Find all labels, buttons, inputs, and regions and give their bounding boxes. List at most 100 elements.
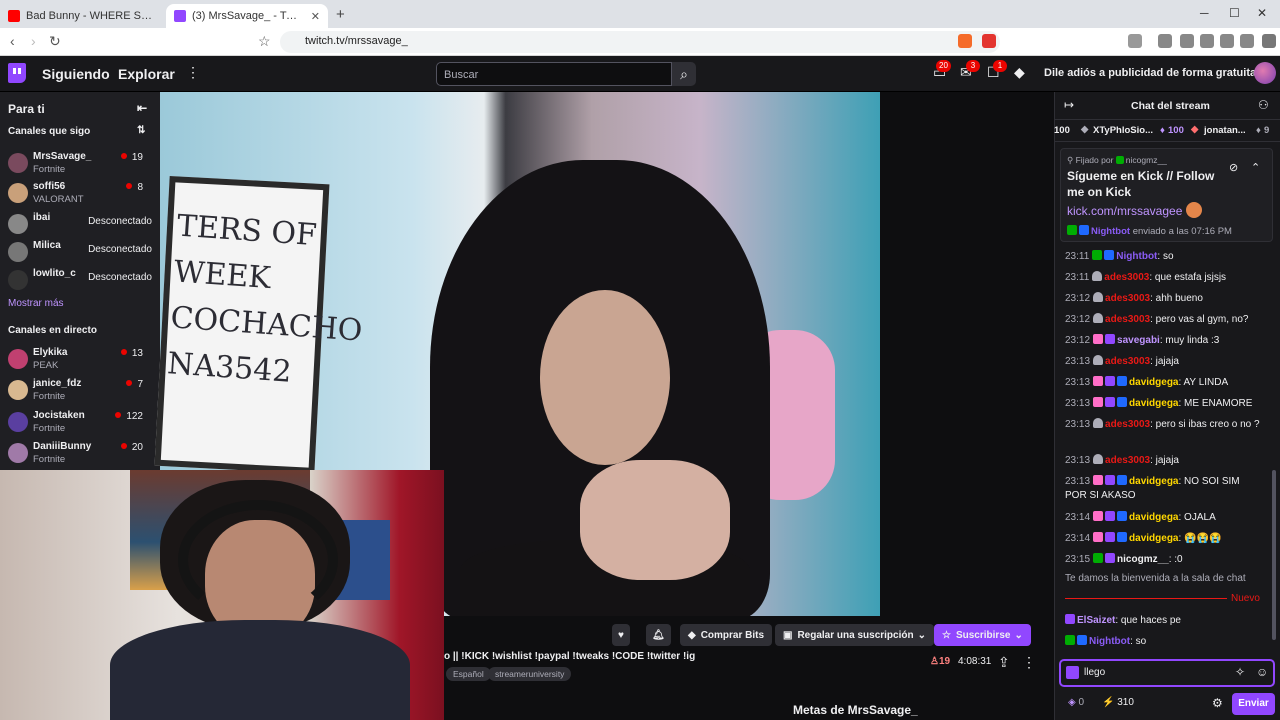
chat-badge-icon[interactable] — [1093, 454, 1104, 464]
close-tab-icon[interactable]: ✕ — [311, 10, 320, 23]
wallet-icon[interactable] — [1200, 34, 1214, 48]
chat-badge-icon[interactable] — [1065, 635, 1075, 645]
show-more-link[interactable]: Mostrar más — [8, 298, 64, 309]
chat-badge-icon[interactable] — [1105, 376, 1116, 386]
sidebar-channel[interactable]: DaniiiBunny Fortnite 20 — [0, 440, 160, 468]
brave-shield-icon[interactable] — [958, 34, 972, 48]
chat-username[interactable]: nicogmz__ — [1117, 554, 1169, 565]
vpn-icon[interactable] — [1240, 34, 1254, 48]
chat-username[interactable]: ades3003 — [1105, 314, 1150, 325]
chat-badge-icon[interactable] — [1117, 475, 1128, 485]
chat-badge-icon[interactable] — [1105, 511, 1116, 521]
reload-icon[interactable]: ↻ — [49, 33, 61, 50]
bookmark-icon[interactable]: ☆ — [258, 33, 271, 50]
collapse-sidebar-icon[interactable]: ⇤ — [137, 101, 147, 115]
browser-tab-twitch[interactable]: (3) MrsSavage_ - Twitch ✕ — [166, 4, 328, 28]
search-icon[interactable]: ⌕ — [672, 62, 696, 86]
bits-leaderboard[interactable]: 100 ◆ XTyPhloSio... ♦ 100 ◆ jonatan... ♦… — [1054, 120, 1280, 142]
share-icon[interactable]: ⇪ — [998, 654, 1010, 671]
notification-bell-icon[interactable]: 🔔︎ — [646, 624, 671, 646]
sidebar-channel[interactable]: Elykika PEAK 13 — [0, 346, 160, 374]
minimize-icon[interactable]: ─ — [1200, 6, 1209, 20]
chat-badge-icon[interactable] — [1105, 532, 1116, 542]
chat-badge-icon[interactable] — [1093, 418, 1104, 428]
bits-cheer-icon[interactable]: ✧ — [1235, 665, 1245, 679]
tag-espanol[interactable]: Español — [446, 667, 491, 681]
leo-icon[interactable] — [1220, 34, 1234, 48]
chat-badge-icon[interactable] — [1105, 334, 1116, 344]
chat-badge-icon[interactable] — [1093, 511, 1104, 521]
chat-input-text[interactable]: llego — [1084, 667, 1105, 678]
search-input[interactable]: Buscar — [436, 62, 672, 86]
chat-badge-icon[interactable] — [1104, 250, 1115, 260]
chat-badge-icon[interactable] — [1093, 376, 1104, 386]
send-button[interactable]: Enviar — [1232, 693, 1275, 715]
sort-icon[interactable]: ⇅ — [137, 125, 145, 136]
buy-bits-button[interactable]: ◆ Comprar Bits — [680, 624, 773, 646]
more-options-icon[interactable]: ⋮ — [1022, 654, 1036, 671]
chat-badge-icon[interactable] — [1093, 397, 1104, 407]
browser-tab-youtube[interactable]: Bad Bunny - WHERE SHE GOES (Vide — [0, 4, 162, 28]
chat-badge-icon[interactable] — [1092, 250, 1103, 260]
cast-icon[interactable] — [1128, 34, 1142, 48]
nav-explore[interactable]: Explorar — [118, 66, 175, 82]
chat-badge-icon[interactable] — [1117, 511, 1128, 521]
chat-badge-icon[interactable] — [1105, 475, 1116, 485]
chat-username[interactable]: savegabi — [1117, 335, 1160, 346]
follow-heart-icon[interactable]: ♥ — [612, 624, 630, 646]
window-close-icon[interactable]: ✕ — [1257, 6, 1267, 20]
sidebar-channel[interactable]: MrsSavage_ Fortnite 19 — [0, 150, 160, 178]
sidebar-channel[interactable]: janice_fdz Fortnite 7 — [0, 377, 160, 405]
bits-icon[interactable]: ◆ — [1014, 64, 1025, 81]
bits-balance[interactable]: ⚡ 310 — [1102, 697, 1134, 708]
back-icon[interactable]: ‹ — [10, 33, 15, 49]
ad-free-button[interactable]: Dile adiós a publicidad de forma gratuit… — [1044, 67, 1256, 79]
chat-username[interactable]: davidgega — [1129, 377, 1178, 388]
badge-selector-icon[interactable] — [1066, 666, 1079, 679]
chat-badge-icon[interactable] — [1105, 397, 1116, 407]
chat-badge-icon[interactable] — [1117, 376, 1128, 386]
nav-following[interactable]: Siguiendo — [42, 66, 110, 82]
chat-badge-icon[interactable] — [1093, 355, 1104, 365]
chat-badge-icon[interactable] — [1065, 614, 1075, 624]
chat-users-icon[interactable]: ⚇ — [1258, 98, 1269, 112]
url-field[interactable]: twitch.tv/mrssavage_ — [280, 31, 1000, 53]
chat-badge-icon[interactable] — [1093, 553, 1104, 563]
sidebar-channel[interactable]: soffi56 VALORANT 8 — [0, 180, 160, 208]
new-tab-icon[interactable]: + — [336, 6, 345, 23]
more-icon[interactable]: ⋮ — [186, 64, 200, 81]
unpin-icon[interactable]: ⊘ — [1229, 161, 1238, 174]
sidebar-channel[interactable]: Milica Desconectado — [0, 239, 160, 267]
chat-badge-icon[interactable] — [1117, 397, 1128, 407]
collapse-chat-icon[interactable]: ↦ — [1064, 98, 1074, 112]
chat-badge-icon[interactable] — [1093, 292, 1104, 302]
pinned-link[interactable]: kick.com/mrssavagee — [1067, 202, 1202, 218]
chat-username[interactable]: ades3003 — [1105, 293, 1150, 304]
chat-badge-icon[interactable] — [1077, 635, 1087, 645]
channel-points[interactable]: ◈ 0 — [1068, 697, 1084, 708]
chat-badge-icon[interactable] — [1093, 475, 1104, 485]
maximize-icon[interactable]: ☐ — [1229, 6, 1240, 20]
chat-badge-icon[interactable] — [1093, 334, 1104, 344]
twitch-logo-icon[interactable] — [8, 63, 26, 83]
chat-username[interactable]: ElSaizet — [1077, 615, 1115, 626]
chat-username[interactable]: ades3003 — [1104, 272, 1149, 283]
chat-username[interactable]: ades3003 — [1105, 455, 1150, 466]
forward-icon[interactable]: › — [31, 33, 36, 49]
collapse-pinned-icon[interactable]: ⌃ — [1251, 161, 1260, 174]
subscribe-button[interactable]: ☆ Suscribirse ⌄ — [934, 624, 1031, 646]
media-icon[interactable] — [1158, 34, 1172, 48]
chat-badge-icon[interactable] — [1093, 532, 1104, 542]
chat-badge-icon[interactable] — [1093, 313, 1104, 323]
sidebar-channel[interactable]: Jocistaken Fortnite 122 — [0, 409, 160, 437]
chat-username[interactable]: davidgega — [1129, 533, 1178, 544]
chat-scrollbar[interactable] — [1272, 470, 1276, 640]
sidebar-channel[interactable]: lowlito_c Desconectado — [0, 267, 160, 295]
chat-username[interactable]: Nightbot — [1116, 251, 1157, 262]
chat-username[interactable]: ades3003 — [1105, 419, 1150, 430]
chat-username[interactable]: davidgega — [1129, 398, 1178, 409]
chat-settings-icon[interactable]: ⚙ — [1212, 696, 1223, 710]
sidebar-icon[interactable] — [1180, 34, 1194, 48]
menu-icon[interactable] — [1262, 34, 1276, 48]
chat-username[interactable]: ades3003 — [1105, 356, 1150, 367]
